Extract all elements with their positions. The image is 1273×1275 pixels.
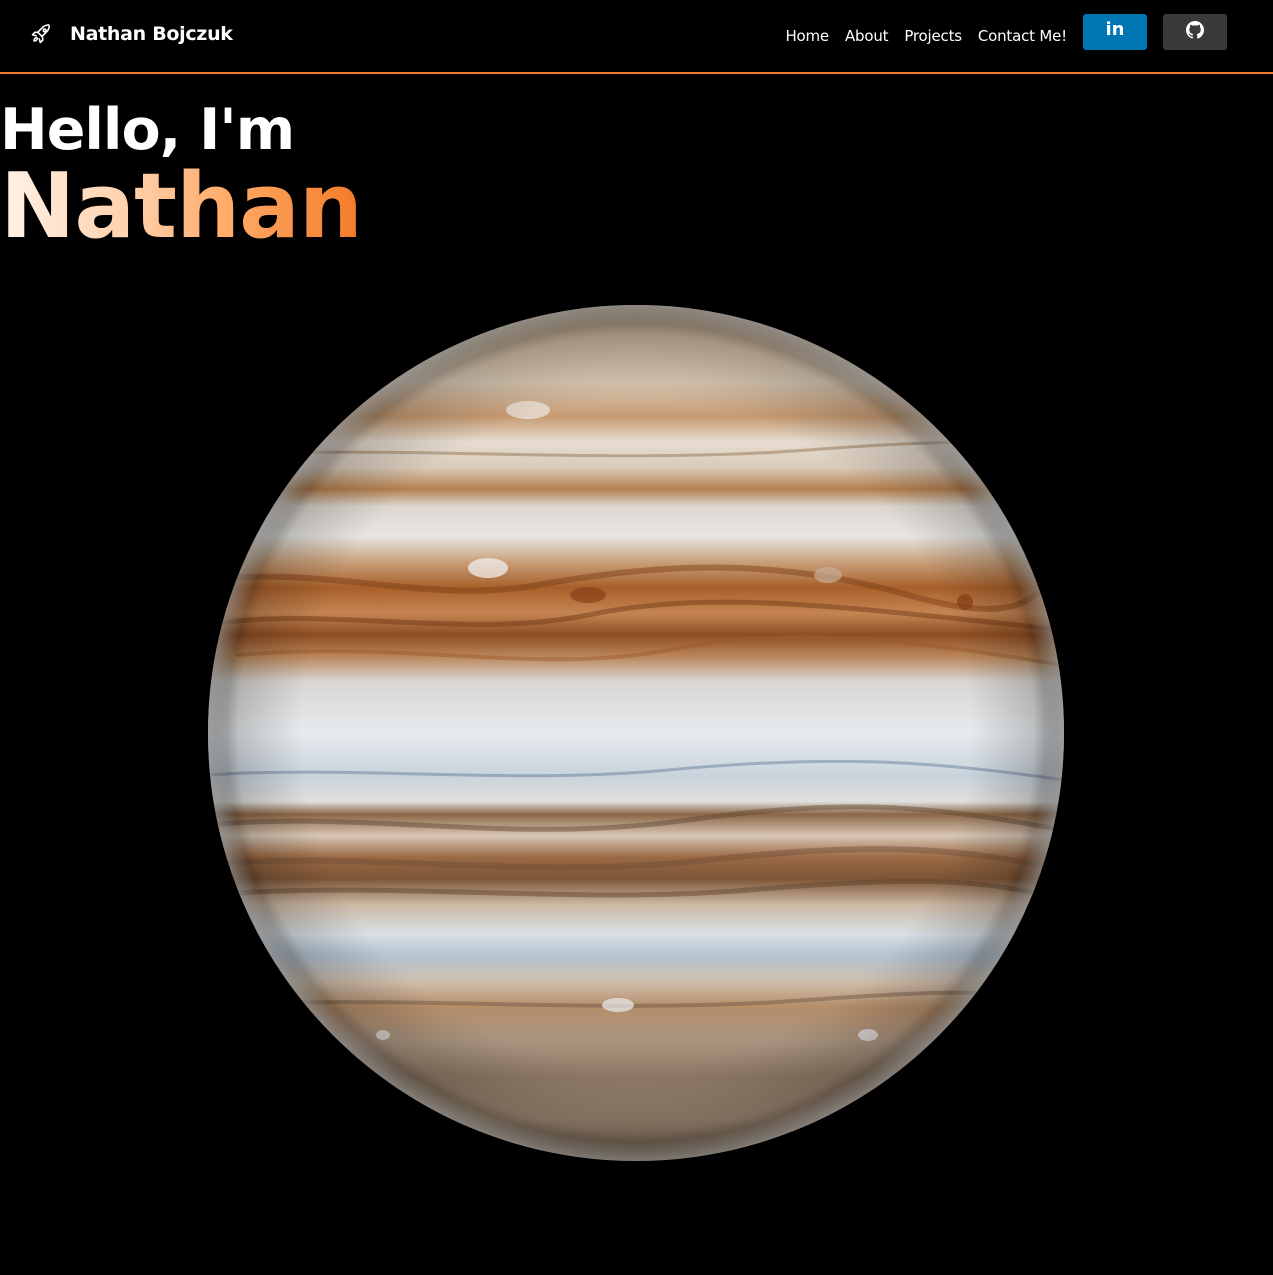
nav-links: Home About Projects Contact Me! — [769, 24, 1067, 48]
hero-name: Nathan — [0, 152, 363, 262]
brand-link[interactable]: Nathan Bojczuk — [29, 22, 233, 46]
github-icon — [1186, 21, 1204, 43]
rocket-icon — [29, 22, 53, 46]
jupiter-planet — [208, 305, 1064, 1161]
nav-home-link[interactable]: Home — [785, 24, 829, 48]
brand-name: Nathan Bojczuk — [70, 23, 233, 45]
nav-about-link[interactable]: About — [845, 24, 889, 48]
nav-projects-link[interactable]: Projects — [904, 24, 962, 48]
navbar: Nathan Bojczuk Home About Projects Conta… — [0, 0, 1273, 74]
linkedin-button[interactable]: in — [1083, 14, 1147, 50]
nav-contact-link[interactable]: Contact Me! — [978, 24, 1067, 48]
linkedin-icon: in — [1105, 19, 1125, 40]
github-button[interactable] — [1163, 14, 1227, 50]
